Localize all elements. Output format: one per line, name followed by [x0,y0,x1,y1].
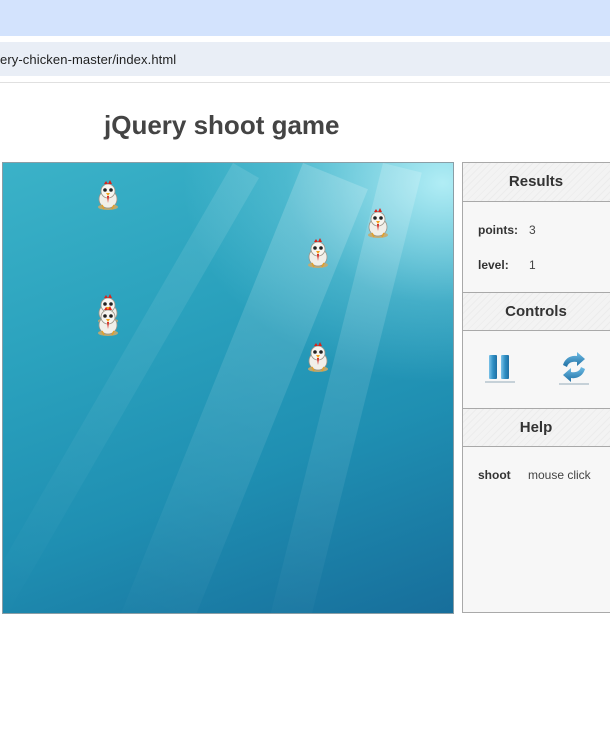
chicken-target[interactable] [95,305,121,337]
address-bar-url[interactable]: ery-chicken-master/index.html [0,52,176,67]
pause-icon [485,355,515,383]
points-value: 3 [529,223,536,237]
level-label: level: [478,258,509,272]
help-action-value: mouse click [528,468,591,482]
side-panel: Results points: 3 level: 1 Controls Help… [462,162,610,613]
restart-button[interactable] [557,351,591,385]
chicken-icon [308,238,328,268]
chicken-target[interactable] [365,207,391,239]
help-heading: Help [463,408,610,447]
chicken-icon [98,306,118,336]
chicken-target[interactable] [95,179,121,211]
level-value: 1 [529,258,536,272]
toolbar-divider [0,82,610,83]
page-title: jQuery shoot game [104,110,340,140]
pause-button[interactable] [483,351,517,385]
chicken-icon [308,342,328,372]
help-action-label: shoot [478,468,511,482]
chicken-target[interactable] [305,341,331,373]
results-heading: Results [463,163,610,202]
controls-heading: Controls [463,292,610,331]
points-label: points: [478,223,518,237]
chicken-target[interactable] [305,237,331,269]
game-playfield[interactable] [2,162,454,614]
browser-tab-strip [0,0,610,36]
chicken-icon [98,180,118,210]
refresh-icon [559,352,589,385]
chicken-icon [368,208,388,238]
